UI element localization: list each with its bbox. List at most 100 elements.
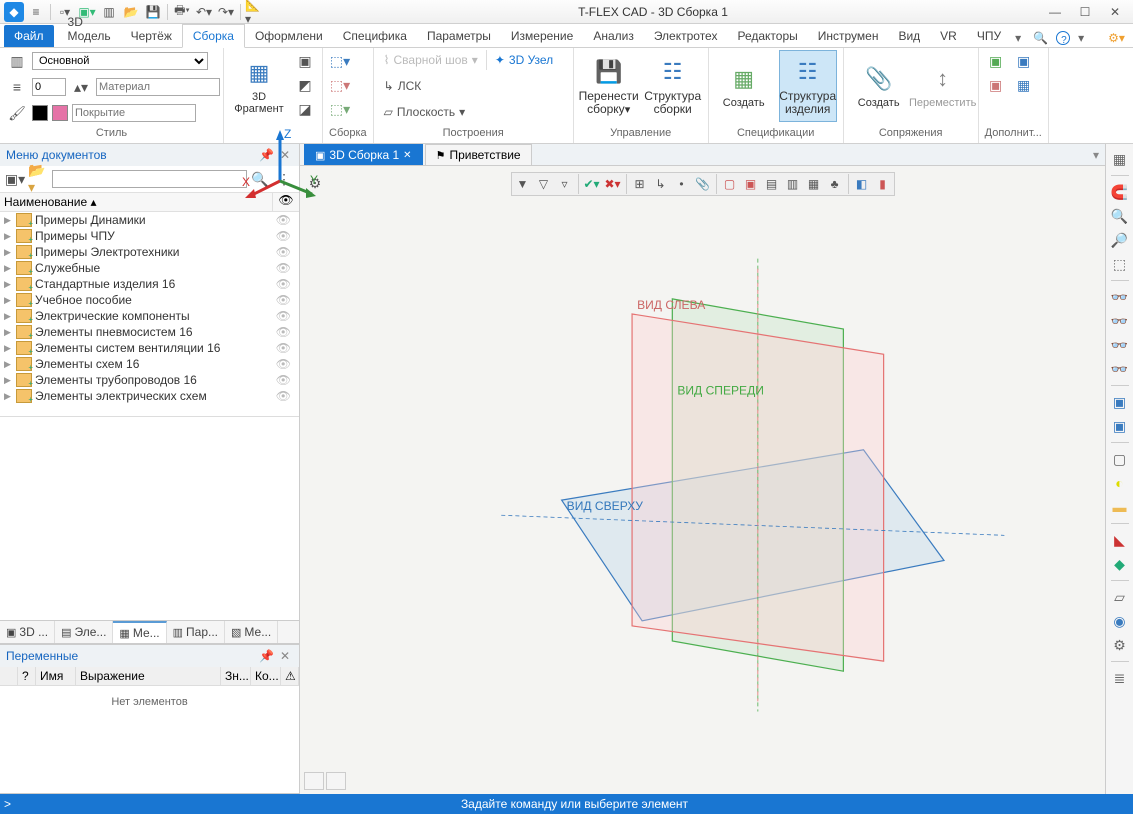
3d-viewport[interactable]: ВИД СЛЕВА ВИД СПЕРЕДИ ВИД СВЕРХУ Z X Y [300, 166, 1105, 794]
create-mate-button[interactable]: 📎 Создать [850, 50, 908, 122]
rt-magnet-icon[interactable]: 🧲 [1109, 181, 1131, 203]
thickness-icon[interactable]: ≡ [6, 76, 28, 98]
vars-col-0[interactable] [0, 667, 18, 685]
thickness-input[interactable] [32, 78, 66, 96]
rt-glasses1-icon[interactable]: 👓 [1109, 286, 1131, 308]
menu-icon[interactable]: ≡ [26, 2, 46, 22]
doc-search-input[interactable] [52, 170, 247, 188]
doc-tool-2[interactable]: 📂▾ [28, 168, 50, 190]
material-input[interactable] [96, 78, 220, 96]
app-logo-icon[interactable]: ◆ [4, 2, 24, 22]
col-name-header[interactable]: Наименование ▴ [0, 193, 273, 211]
help-icon[interactable]: ? [1056, 31, 1070, 45]
plane-button[interactable]: ▱ Плоскость ▾ [380, 102, 470, 122]
doctab-dropdown[interactable]: ▾ [1087, 145, 1105, 165]
asm-btn-1[interactable]: ⬚▾ [329, 50, 351, 72]
tab-annotate[interactable]: Оформлени [245, 25, 333, 47]
create-spec-button[interactable]: ▦ Создать [715, 50, 773, 122]
tab-3d-model[interactable]: 3D Модель [58, 11, 121, 47]
tab-tools[interactable]: Инструмен [808, 25, 889, 47]
vars-col-name[interactable]: Имя [36, 667, 76, 685]
btab-elem[interactable]: ▤ Эле... [55, 621, 113, 643]
maximize-button[interactable]: ☐ [1071, 2, 1099, 22]
tab-bom[interactable]: Специфика [333, 25, 417, 47]
rt-wire-icon[interactable]: ▢ [1109, 448, 1131, 470]
rt-cube2-icon[interactable]: ▣ [1109, 415, 1131, 437]
rt-section2-icon[interactable]: ◆ [1109, 553, 1131, 575]
extra-3[interactable]: ▣ [1013, 50, 1035, 72]
rt-section1-icon[interactable]: ◣ [1109, 529, 1131, 551]
ribbon-dropdown-icon[interactable]: ▾ [1011, 29, 1025, 47]
extra-4[interactable]: ▦ [1013, 74, 1035, 96]
rt-face-icon[interactable]: ▬ [1109, 496, 1131, 518]
group-label-style: Стиль [6, 127, 217, 141]
tab-cnc[interactable]: ЧПУ [967, 25, 1011, 47]
tab-drawing[interactable]: Чертёж [121, 25, 182, 47]
tab-electro[interactable]: Электротех [644, 25, 728, 47]
minimize-button[interactable]: — [1041, 2, 1069, 22]
save-icon[interactable]: 💾 [143, 2, 163, 22]
viewport-split2[interactable] [326, 772, 346, 790]
rt-shade-icon[interactable]: ◐ [1109, 472, 1131, 494]
tab-params[interactable]: Параметры [417, 25, 501, 47]
tab-assembly[interactable]: Сборка [182, 24, 245, 48]
config-icon[interactable]: ▥ [6, 50, 28, 72]
rt-settings-icon[interactable]: ⚙ [1109, 634, 1131, 656]
rt-zoom-in-icon[interactable]: 🔎 [1109, 229, 1131, 251]
rt-material-icon[interactable]: ◉ [1109, 610, 1131, 632]
rt-zoom-fit-icon[interactable]: 🔍 [1109, 205, 1131, 227]
move-mate-button[interactable]: ↕ Переместить [914, 50, 972, 122]
axis-gizmo[interactable]: Z X Y [240, 126, 1045, 754]
rt-glasses4-icon[interactable]: 👓 [1109, 358, 1131, 380]
print-icon[interactable]: 🖶▾ [172, 2, 192, 22]
rt-view-icon[interactable]: ▦ [1109, 148, 1131, 170]
tab-view[interactable]: Вид [888, 25, 930, 47]
tab-vr[interactable]: VR [930, 25, 967, 47]
extra-1[interactable]: ▣ [985, 50, 1007, 72]
btab-menu[interactable]: ▦ Ме... [113, 621, 166, 643]
rt-glasses3-icon[interactable]: 👓 [1109, 334, 1131, 356]
coating-input[interactable] [72, 104, 196, 122]
vars-col-expr[interactable]: Выражение [76, 667, 221, 685]
gear-icon[interactable]: ⚙▾ [1104, 29, 1129, 47]
asm-btn-2[interactable]: ⬚▾ [329, 74, 351, 96]
btab-param[interactable]: ▥ Пар... [167, 621, 225, 643]
close-button[interactable]: ✕ [1101, 2, 1129, 22]
tab-file[interactable]: Файл [4, 25, 54, 47]
product-structure-button[interactable]: ☷ Структураизделия [779, 50, 837, 122]
frag-opt1-icon[interactable]: ▣ [294, 50, 316, 72]
color-swatch-pink[interactable] [52, 105, 68, 121]
viewport-split1[interactable] [304, 772, 324, 790]
search-icon[interactable]: 🔍 [1029, 29, 1052, 47]
chevron-down-icon[interactable]: ▾ [1074, 29, 1088, 47]
btab-3d[interactable]: ▣ 3D ... [0, 621, 55, 643]
rt-zoom-area-icon[interactable]: ⬚ [1109, 253, 1131, 275]
weld-seam-button[interactable]: ⌇ Сварной шов ▾ [380, 50, 482, 70]
config-select[interactable]: Основной [32, 52, 208, 70]
doc-tool-1[interactable]: ▣▾ [4, 168, 26, 190]
asm-btn-3[interactable]: ⬚▾ [329, 98, 351, 120]
thickness-step-icon[interactable]: ▴▾ [70, 76, 92, 98]
extra-2[interactable]: ▣ [985, 74, 1007, 96]
redo-icon[interactable]: ↷▾ [216, 2, 236, 22]
assembly-structure-button[interactable]: ☷ Структурасборки [644, 50, 702, 122]
frag-opt3-icon[interactable]: ◪ [294, 98, 316, 120]
3d-fragment-button[interactable]: ▦ 3D Фрагмент [230, 50, 288, 122]
frag-opt2-icon[interactable]: ◩ [294, 74, 316, 96]
tab-analysis[interactable]: Анализ [583, 25, 644, 47]
lcs-button[interactable]: ↳ ЛСК [380, 76, 426, 96]
tab-editors[interactable]: Редакторы [727, 25, 807, 47]
measure-icon[interactable]: 📐▾ [245, 2, 265, 22]
open-icon[interactable]: 📂 [121, 2, 141, 22]
vars-col-q[interactable]: ? [18, 667, 36, 685]
rt-glasses2-icon[interactable]: 👓 [1109, 310, 1131, 332]
rt-cube1-icon[interactable]: ▣ [1109, 391, 1131, 413]
color-swatch-black[interactable] [32, 105, 48, 121]
tab-measure[interactable]: Измерение [501, 25, 583, 47]
undo-icon[interactable]: ↶▾ [194, 2, 214, 22]
3d-node-button[interactable]: ✦ 3D Узел [491, 50, 557, 70]
move-assembly-button[interactable]: 💾 Перенестисборку▾ [580, 50, 638, 122]
rt-persp-icon[interactable]: ▱ [1109, 586, 1131, 608]
paint-icon[interactable]: 🖌 [6, 102, 28, 124]
rt-layers-icon[interactable]: ≣ [1109, 667, 1131, 689]
